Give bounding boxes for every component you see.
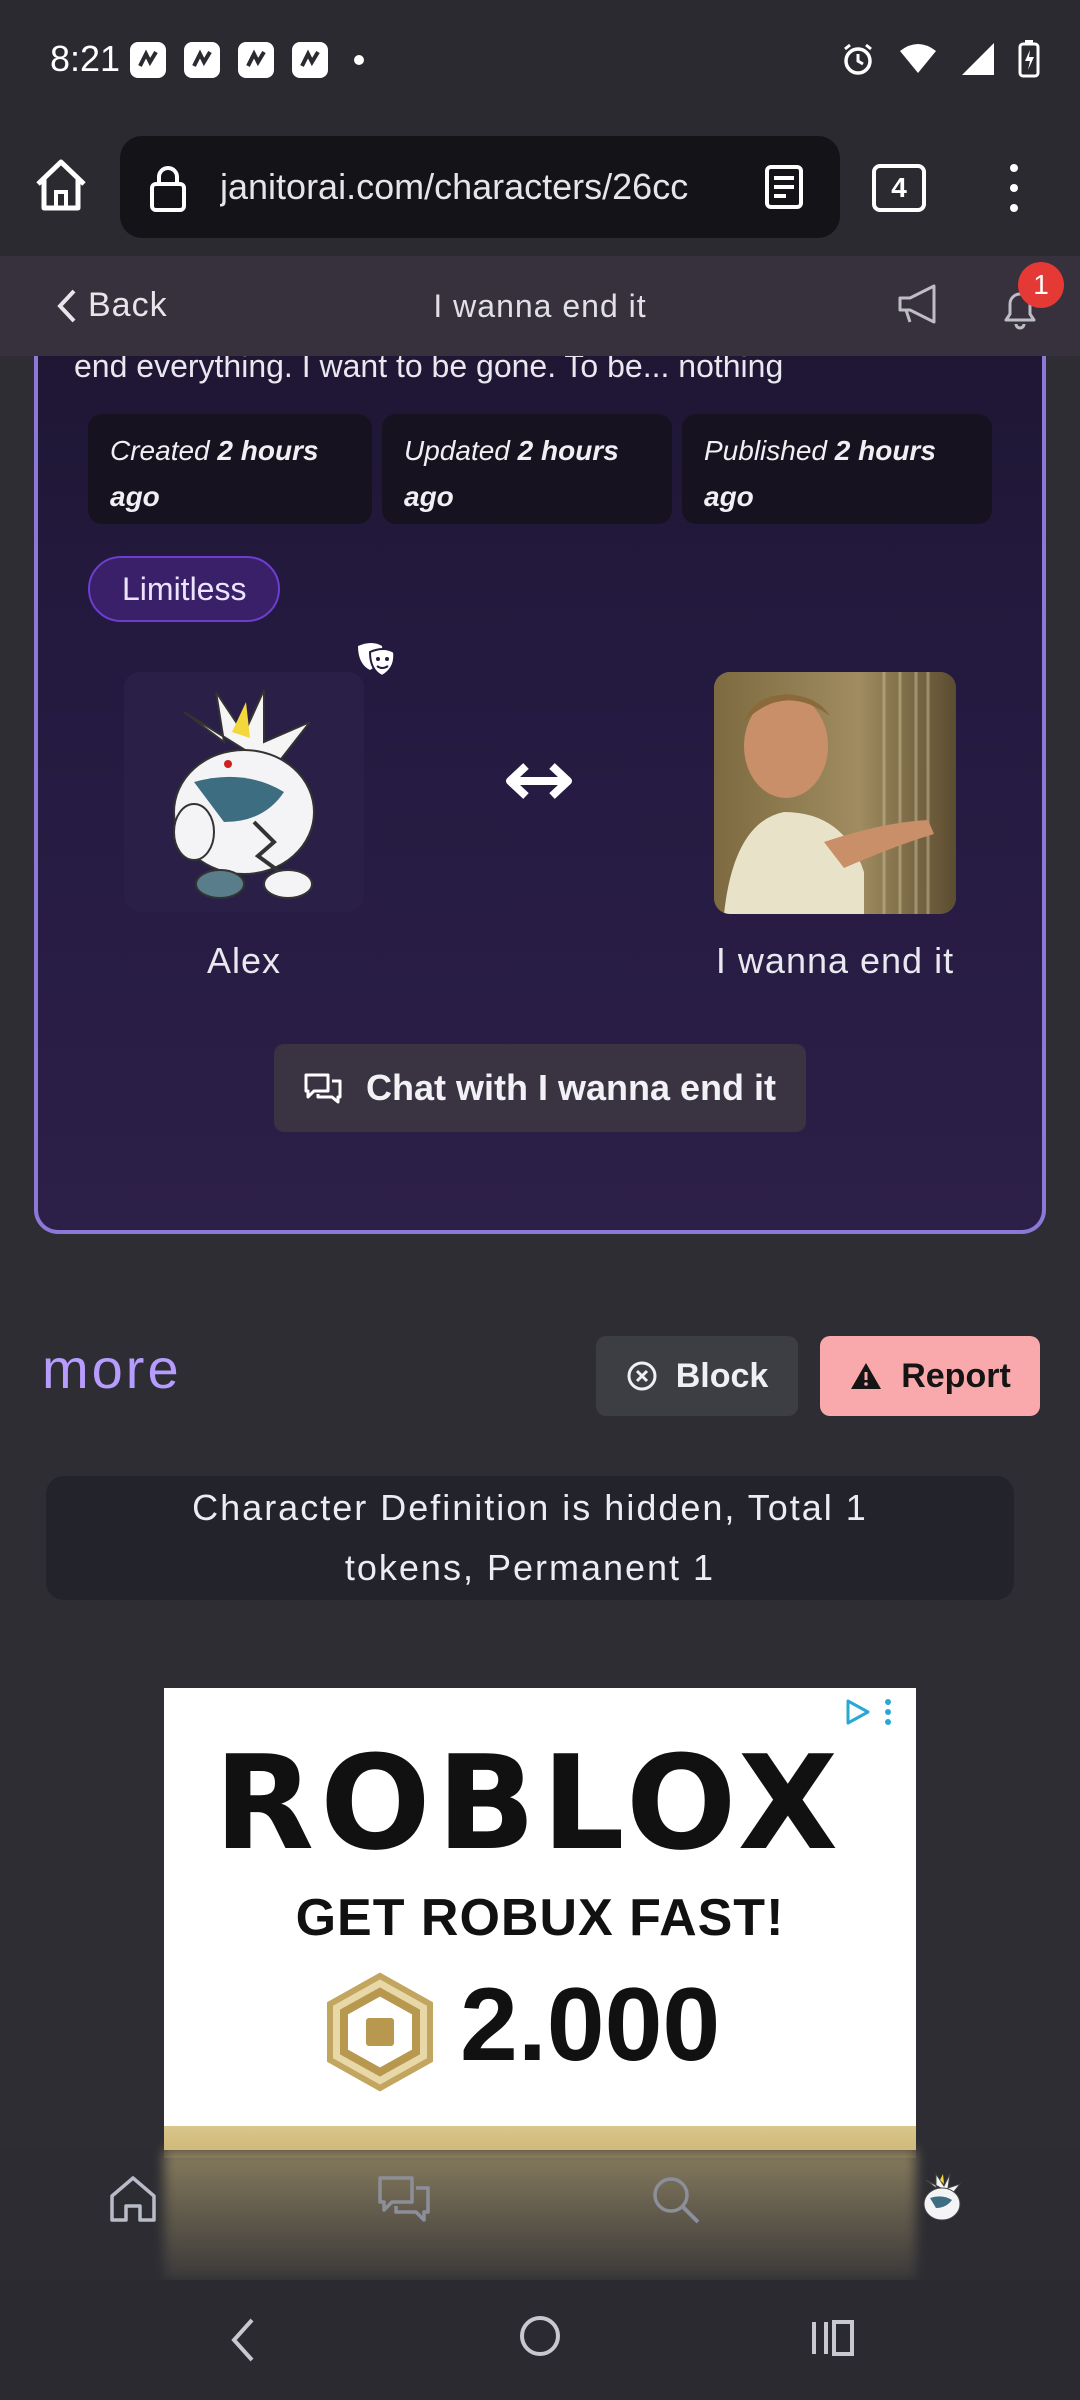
ad-brand-logo: ROBLOX: [214, 1727, 845, 1879]
search-icon[interactable]: [648, 2172, 702, 2226]
ad-tagline: GET ROBUX FAST!: [295, 1889, 785, 1947]
app-header: Back I wanna end it: [0, 256, 1080, 356]
lock-icon: [150, 166, 186, 212]
app-notification-icon: [184, 42, 220, 78]
robux-coin-icon: [327, 1972, 433, 2092]
megaphone-icon[interactable]: [896, 282, 942, 326]
tag-limitless[interactable]: Limitless: [88, 556, 281, 622]
more-heading: more: [42, 1337, 182, 1400]
report-button[interactable]: Report: [820, 1336, 1040, 1416]
status-bar: 8:21: [0, 0, 1080, 124]
battery-icon: [1018, 40, 1040, 78]
user-avatar[interactable]: [124, 672, 364, 912]
chat-icon[interactable]: [376, 2172, 432, 2226]
ad-menu-icon: [885, 1699, 891, 1725]
browser-menu-icon[interactable]: [1010, 164, 1018, 212]
home-icon[interactable]: [106, 2172, 160, 2226]
signal-icon: [962, 43, 994, 75]
user-name: Alex: [206, 940, 282, 981]
chat-with-character-button[interactable]: Chat with I wanna end it: [274, 1044, 806, 1132]
system-back-icon[interactable]: [226, 2316, 260, 2364]
adchoices-icon: [846, 1699, 870, 1725]
definition-info-box: Character Definition is hidden, Total 1 …: [46, 1476, 1014, 1600]
man-in-rain-image: [714, 672, 956, 914]
warning-triangle-icon: [851, 1363, 882, 1389]
notification-badge: 1: [1018, 262, 1064, 308]
ad-overflow-blur: [164, 2150, 916, 2280]
bidirectional-arrow-icon: [506, 763, 572, 799]
updated-meta: Updated 2 hours ago: [382, 414, 672, 524]
more-notifications-dot: [354, 55, 364, 65]
ad-amount: 2.000: [460, 1967, 721, 2083]
block-label: Block: [675, 1356, 769, 1395]
bot-name: I wanna end it: [715, 940, 955, 981]
ad-choices[interactable]: [844, 1698, 892, 1726]
block-button[interactable]: Block: [596, 1336, 798, 1416]
system-recents-icon[interactable]: [810, 2316, 856, 2360]
wifi-icon: [900, 44, 936, 73]
report-label: Report: [901, 1356, 1011, 1395]
app-notification-icon: [238, 42, 274, 78]
alarm-icon: [844, 43, 872, 75]
created-meta: Created 2 hours ago: [88, 414, 372, 524]
persona-masks-icon[interactable]: [354, 640, 398, 680]
system-navigation-bar: [0, 2280, 1080, 2400]
status-right: [840, 40, 1040, 78]
browser-home-icon[interactable]: [30, 154, 92, 216]
tab-switcher-button[interactable]: 4: [872, 164, 926, 212]
profile-avatar-image: [923, 2172, 962, 2221]
definition-line-1: Character Definition is hidden, Total 1: [192, 1487, 868, 1528]
url-text[interactable]: janitorai.com/characters/26cc: [220, 166, 720, 208]
app-notification-icon: [292, 42, 328, 78]
circle-x-icon: [627, 1361, 657, 1391]
notification-icons: [130, 42, 364, 78]
definition-line-2: tokens, Permanent 1: [344, 1547, 716, 1588]
chat-button-label: Chat with I wanna end it: [365, 1067, 776, 1108]
profile-avatar[interactable]: [912, 2168, 972, 2228]
url-bar[interactable]: janitorai.com/characters/26cc: [120, 136, 840, 238]
app-notification-icon: [130, 42, 166, 78]
creature-avatar-image: [173, 689, 315, 899]
reader-mode-icon[interactable]: [764, 164, 804, 210]
status-time: 8:21: [50, 38, 121, 79]
advertisement[interactable]: ROBLOX GET ROBUX FAST! 2.000: [164, 1688, 916, 2158]
chat-bubbles-icon: [304, 1073, 342, 1104]
bot-avatar[interactable]: [714, 672, 956, 914]
browser-toolbar: janitorai.com/characters/26cc 4: [0, 124, 1080, 256]
system-home-icon[interactable]: [518, 2314, 562, 2358]
published-meta: Published 2 hours ago: [682, 414, 992, 524]
